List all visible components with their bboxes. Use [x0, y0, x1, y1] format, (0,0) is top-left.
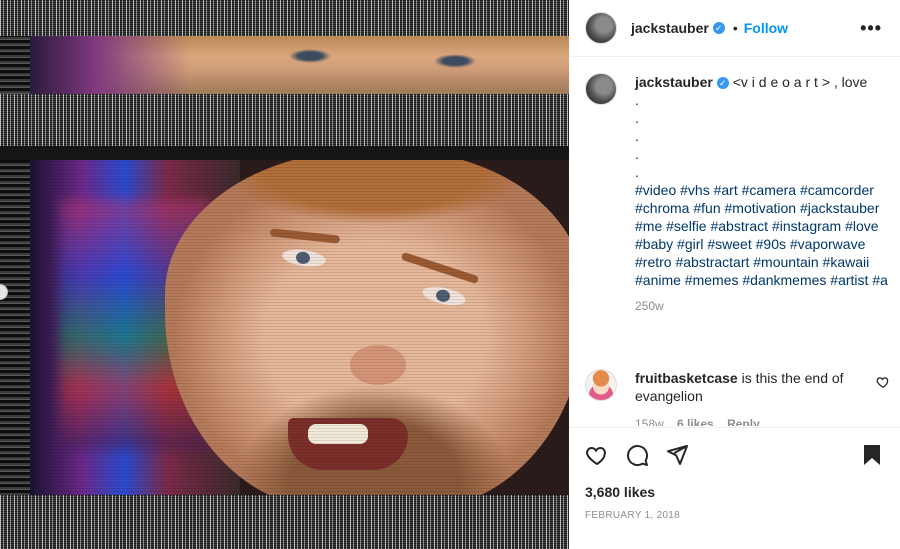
action-icons	[585, 428, 884, 482]
caption-timestamp[interactable]: 250w	[635, 297, 890, 315]
caption-dot: .	[635, 128, 639, 144]
reply-button[interactable]: Reply	[727, 417, 760, 426]
comment-icon[interactable]	[625, 443, 649, 467]
static-band-middle	[0, 94, 569, 146]
separator-dot: •	[732, 20, 738, 36]
post-header: jackstauber ✓ • Follow •••	[569, 0, 900, 57]
glitch-rail	[0, 0, 30, 549]
comment-likes[interactable]: 6 likes	[677, 417, 714, 426]
author-username[interactable]: jackstauber	[631, 20, 709, 36]
caption-username[interactable]: jackstauber	[635, 74, 713, 90]
post-actions: 3,680 likes FEBRUARY 1, 2018	[569, 427, 900, 549]
caption: jackstauber ✓ <v i d e o a r t > , love .…	[585, 73, 890, 315]
commenter-avatar[interactable]	[585, 369, 617, 401]
like-count[interactable]: 3,680 likes	[585, 484, 884, 500]
caption-text: <v i d e o a r t > , love	[732, 74, 868, 90]
comments-list[interactable]: jackstauber ✓ <v i d e o a r t > , love .…	[569, 57, 900, 426]
follow-button[interactable]: Follow	[744, 20, 788, 36]
caption-hashtags[interactable]: #video #vhs #art #camera #camcorder #chr…	[635, 181, 890, 289]
caption-dot: .	[635, 110, 639, 126]
post-media[interactable]	[0, 0, 569, 549]
face-image	[30, 160, 569, 495]
caption-dot: .	[635, 92, 639, 108]
caption-body: jackstauber ✓ <v i d e o a r t > , love .…	[635, 73, 890, 315]
verified-badge-icon: ✓	[712, 22, 725, 34]
comment-timestamp[interactable]: 158w	[635, 417, 664, 426]
caption-dot: .	[635, 164, 639, 180]
verified-badge-icon: ✓	[716, 77, 729, 89]
post-date[interactable]: FEBRUARY 1, 2018	[585, 510, 884, 521]
caption-avatar[interactable]	[585, 73, 617, 105]
scanlines	[30, 160, 569, 495]
bookmark-icon[interactable]	[860, 443, 884, 467]
dark-band	[0, 146, 569, 160]
static-band-bottom	[0, 495, 569, 549]
comment-body: fruitbasketcase is this the end of evang…	[635, 369, 864, 426]
author-avatar[interactable]	[585, 12, 617, 44]
comment-like-icon[interactable]	[876, 375, 890, 389]
more-options-icon[interactable]: •••	[860, 18, 882, 39]
static-band-top	[0, 0, 569, 36]
comment-item: fruitbasketcase is this the end of evang…	[585, 369, 890, 426]
comment-meta: 158w 6 likes Reply	[635, 415, 864, 426]
eyes-strip-image	[30, 36, 569, 94]
caption-dot: .	[635, 146, 639, 162]
paper-plane-icon[interactable]	[665, 443, 689, 467]
post-panel: jackstauber ✓ • Follow ••• jackstauber ✓ …	[569, 0, 900, 549]
commenter-username[interactable]: fruitbasketcase	[635, 370, 738, 386]
heart-icon[interactable]	[585, 443, 609, 467]
